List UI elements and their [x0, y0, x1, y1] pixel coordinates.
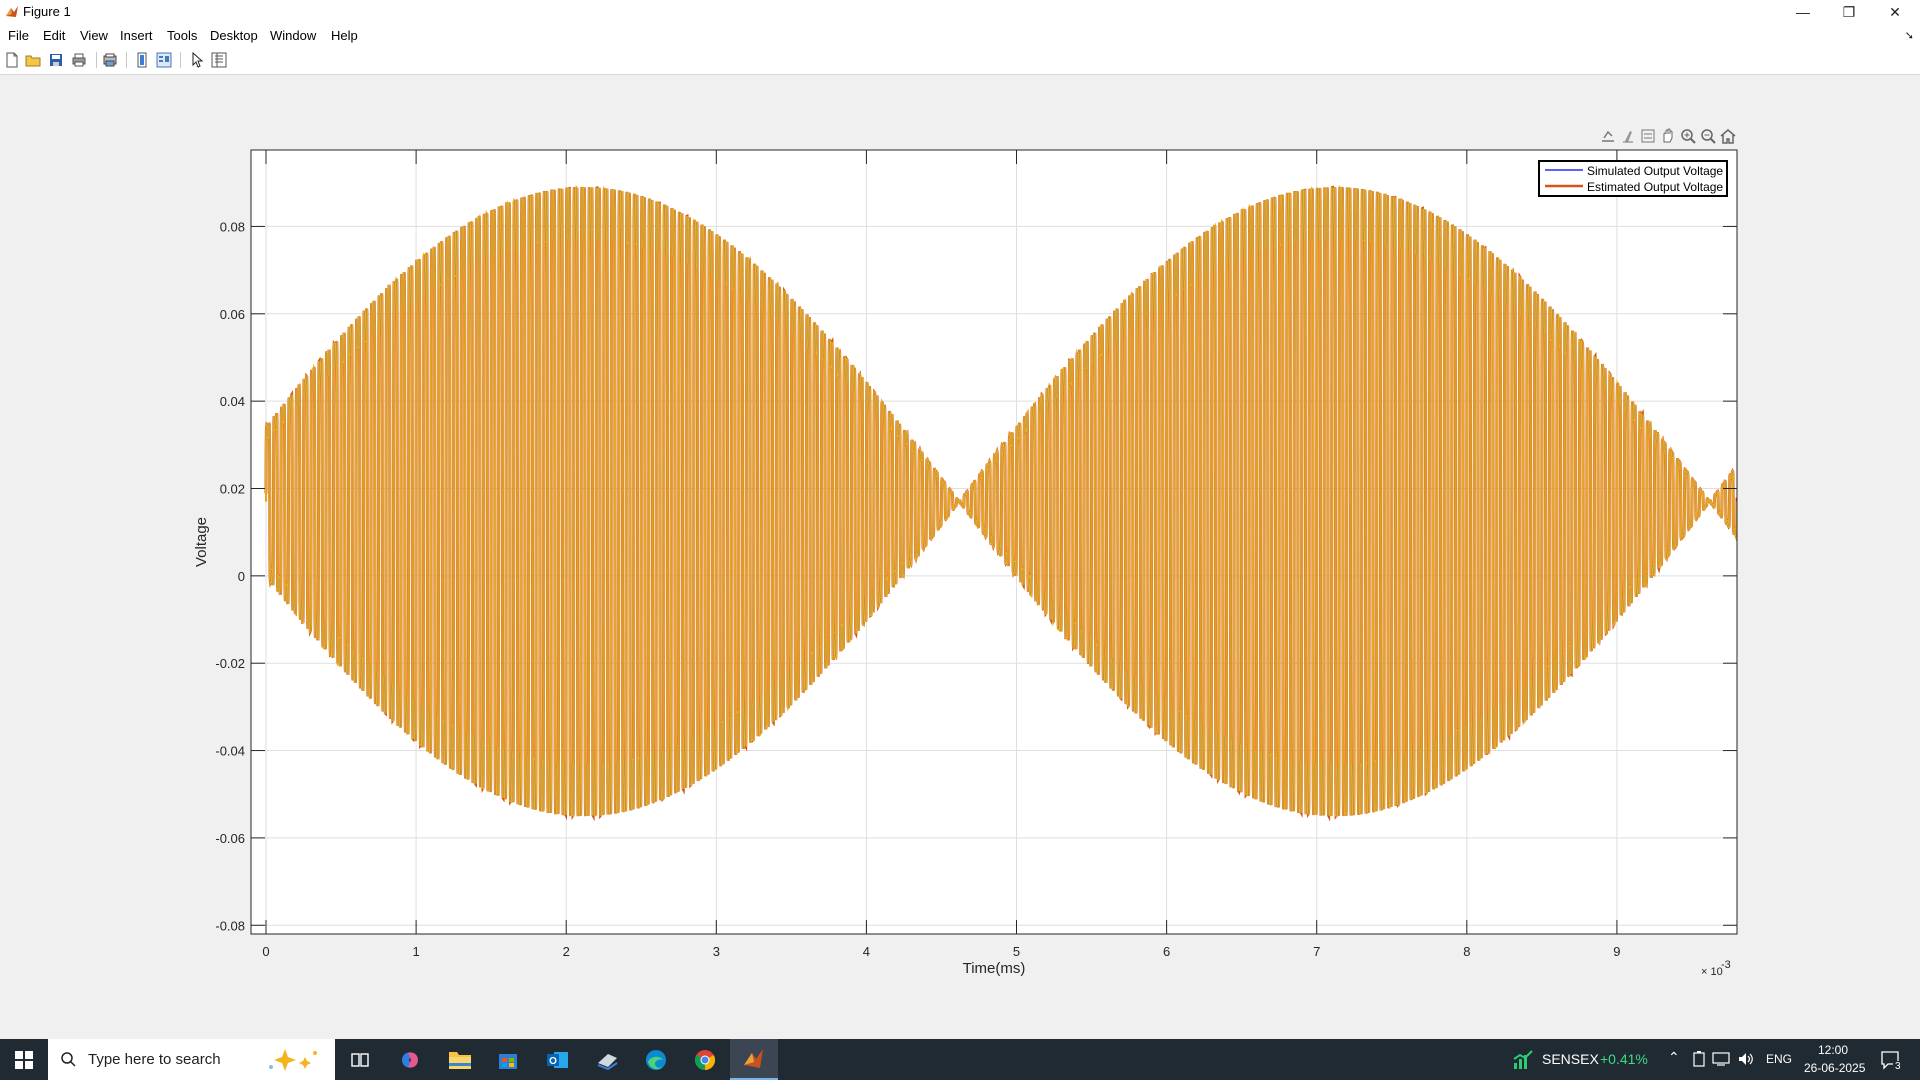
legend[interactable]: Simulated Output Voltage Estimated Outpu… — [1538, 160, 1728, 197]
home-icon[interactable] — [1719, 127, 1737, 145]
y-tick-label: -0.02 — [215, 656, 245, 671]
store-icon[interactable] — [484, 1039, 532, 1080]
insert-colorbar-icon[interactable] — [156, 52, 172, 68]
stock-chart-icon[interactable] — [1512, 1049, 1534, 1071]
matlab-taskbar-icon[interactable] — [730, 1039, 778, 1080]
y-tick-label: -0.04 — [215, 744, 245, 759]
undock-arrow-icon[interactable]: ➘ — [1905, 29, 1914, 42]
menu-file[interactable]: File — [8, 28, 29, 43]
y-tick-label: 0.08 — [220, 219, 245, 234]
x-tick-label: 8 — [1463, 944, 1470, 959]
toolbar-separator — [180, 52, 181, 68]
zoom-in-icon[interactable] — [1679, 127, 1697, 145]
start-button[interactable] — [0, 1039, 48, 1080]
outlook-icon[interactable]: O — [534, 1039, 582, 1080]
x-tick-label: 0 — [262, 944, 269, 959]
chevron-up-icon[interactable]: ⌃ — [1668, 1049, 1680, 1066]
windows-taskbar: Type here to search O SENSEX +0.41% ⌃ EN… — [0, 1039, 1920, 1080]
x-tick-label: 2 — [563, 944, 570, 959]
toolbar-separator — [126, 52, 127, 68]
network-icon[interactable] — [1712, 1051, 1730, 1067]
pan-icon[interactable] — [1659, 127, 1677, 145]
search-placeholder: Type here to search — [88, 1051, 221, 1068]
menu-bar: File Edit View Insert Tools Desktop Wind… — [0, 24, 1920, 46]
chrome-icon[interactable] — [681, 1039, 729, 1080]
window-title: Figure 1 — [23, 4, 71, 19]
language-indicator[interactable]: ENG — [1766, 1052, 1792, 1066]
figure-canvas: 0 1 2 3 4 5 6 7 8 9 -0.08 -0.06 -0.04 -0.02 0 0.02 0.04… — [0, 75, 1920, 1039]
y-tick-label: -0.08 — [215, 918, 245, 933]
legend-entry-estimated: Estimated Output Voltage — [1587, 180, 1723, 194]
x-tick-label: 6 — [1163, 944, 1170, 959]
x-tick-labels: 0 1 2 3 4 5 6 7 8 9 — [262, 944, 1620, 959]
link-plot-icon[interactable] — [134, 52, 150, 68]
edit-plot-icon[interactable] — [189, 52, 205, 68]
print-preview-icon[interactable] — [102, 52, 118, 68]
file-explorer-icon[interactable] — [436, 1039, 484, 1080]
y-tick-label: 0.02 — [220, 481, 245, 496]
svg-text:O: O — [549, 1056, 557, 1067]
property-inspector-icon[interactable] — [211, 52, 227, 68]
line-chart: 0 1 2 3 4 5 6 7 8 9 -0.08 -0.06 -0.04 -0.02 0 0.02 0.04… — [193, 149, 1738, 978]
x-tick-label: 4 — [863, 944, 870, 959]
clock-time[interactable]: 12:00 — [1818, 1043, 1848, 1057]
volume-icon[interactable] — [1737, 1051, 1755, 1067]
toolbar-separator — [96, 52, 97, 68]
x-axis-label: Time(ms) — [963, 960, 1026, 977]
sparkle-icon — [269, 1049, 317, 1071]
notification-count: 3 — [1893, 1061, 1903, 1072]
x-tick-label: 5 — [1013, 944, 1020, 959]
close-button[interactable]: ✕ — [1872, 0, 1918, 24]
y-tick-labels: -0.08 -0.06 -0.04 -0.02 0 0.02 0.04 0.06 0.08 — [215, 219, 245, 933]
menu-help[interactable]: Help — [331, 28, 358, 43]
y-tick-label: 0.06 — [220, 307, 245, 322]
x-tick-label: 9 — [1613, 944, 1620, 959]
legend-entry-simulated: Simulated Output Voltage — [1587, 164, 1723, 178]
taskbar-search-box[interactable]: Type here to search — [48, 1039, 335, 1080]
restore-button[interactable]: ❐ — [1826, 0, 1872, 24]
brush-icon[interactable] — [1619, 127, 1637, 145]
print-icon[interactable] — [71, 52, 87, 68]
onedrive-icon[interactable] — [583, 1039, 631, 1080]
clock-date[interactable]: 26-06-2025 — [1804, 1061, 1865, 1075]
menu-insert[interactable]: Insert — [120, 28, 153, 43]
save-icon[interactable] — [48, 52, 64, 68]
edge-icon[interactable] — [632, 1039, 680, 1080]
minimize-button[interactable]: — — [1780, 0, 1826, 24]
x-tick-label: 7 — [1313, 944, 1320, 959]
windows-logo-icon — [15, 1050, 33, 1069]
sensex-change[interactable]: +0.41% — [1600, 1051, 1648, 1067]
figure-toolbar — [0, 46, 1920, 75]
title-bar: Figure 1 — ❐ ✕ — [0, 0, 1920, 24]
copilot-icon[interactable] — [386, 1039, 434, 1080]
menu-tools[interactable]: Tools — [167, 28, 197, 43]
datatip-icon[interactable] — [1639, 127, 1657, 145]
y-axis-label: Voltage — [193, 517, 210, 567]
menu-window[interactable]: Window — [270, 28, 316, 43]
open-file-icon[interactable] — [25, 52, 41, 68]
x-exponent-power: -3 — [1721, 959, 1731, 971]
x-tick-label: 3 — [713, 944, 720, 959]
export-icon[interactable] — [1599, 127, 1617, 145]
menu-desktop[interactable]: Desktop — [210, 28, 258, 43]
matlab-app-icon — [6, 6, 18, 17]
zoom-out-icon[interactable] — [1699, 127, 1717, 145]
y-tick-label: 0 — [238, 569, 245, 584]
sensex-label[interactable]: SENSEX — [1542, 1051, 1599, 1067]
new-figure-icon[interactable] — [4, 52, 20, 68]
search-icon — [61, 1052, 76, 1067]
menu-edit[interactable]: Edit — [43, 28, 65, 43]
x-tick-label: 1 — [412, 944, 419, 959]
y-tick-label: -0.06 — [215, 831, 245, 846]
menu-view[interactable]: View — [80, 28, 108, 43]
y-tick-label: 0.04 — [220, 394, 245, 409]
task-view-icon[interactable] — [336, 1039, 384, 1080]
battery-icon[interactable] — [1692, 1051, 1706, 1067]
x-exponent-base: × 10 — [1701, 966, 1723, 978]
